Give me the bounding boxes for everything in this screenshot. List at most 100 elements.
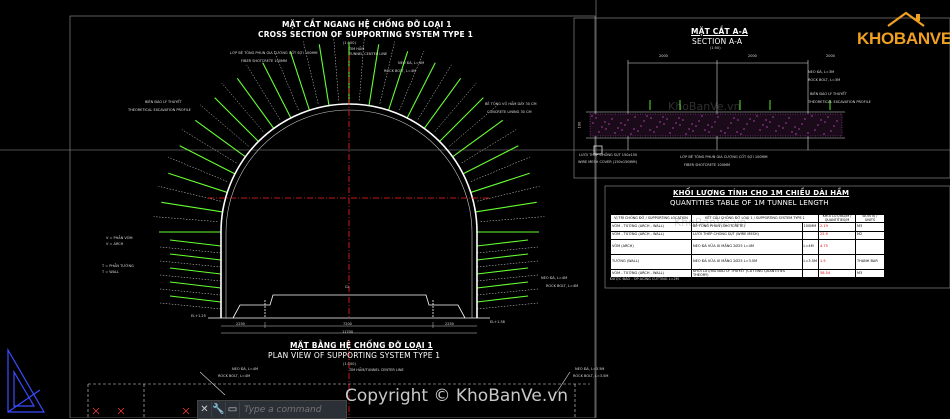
rock-bolt	[214, 97, 259, 142]
excavation-label-en: THEORETICAL EXCAVATION PROFILE	[128, 108, 191, 112]
aggregate-dot	[824, 121, 826, 123]
hatch-line	[434, 82, 477, 132]
aggregate-dot	[640, 125, 642, 127]
aggregate-dot	[598, 131, 600, 133]
aggregate-dot	[730, 122, 732, 124]
aggregate-dot	[679, 124, 681, 126]
excavation-label-vn: BIÊN ĐÀO LÝ THUYẾT	[145, 100, 182, 104]
aggregate-dot	[704, 129, 706, 131]
aggregate-dot	[711, 126, 713, 128]
cell-quantity: 4.75	[818, 238, 856, 255]
section-aa-dim-1: 2000	[659, 54, 668, 58]
aggregate-dot	[611, 118, 613, 120]
rock-bolt	[476, 281, 529, 289]
command-icon[interactable]: ▭	[226, 402, 240, 417]
hatch-line	[477, 186, 540, 202]
rock-bolt	[194, 119, 246, 158]
section-aa-dim-3: 2000	[826, 54, 835, 58]
quantities-title-en: QUANTITIES TABLE OF 1M TUNNEL LENGTH	[670, 199, 829, 207]
aggregate-dot	[814, 129, 816, 131]
rockbolt2-label-en: ROCK BOLT, L=4M	[546, 284, 579, 288]
aggregate-dot	[823, 133, 825, 135]
aggregate-dot	[617, 127, 619, 129]
aggregate-dot	[659, 121, 661, 123]
legend-wall-en: T = WALL	[102, 270, 119, 274]
watermark-top: KhoBanVe.vn	[668, 100, 741, 113]
aggregate-dot	[775, 130, 777, 132]
aggregate-dot	[830, 130, 832, 132]
aggregate-dot	[595, 117, 597, 119]
aggregate-dot	[785, 122, 787, 124]
aggregate-dot	[762, 124, 764, 126]
aggregate-dot	[727, 127, 729, 129]
khobanve-logo: KHOBANVE	[848, 8, 950, 58]
aggregate-dot	[678, 117, 680, 119]
aggregate-dot	[624, 124, 626, 126]
plan-view-right-vn: NEO ĐÁ, L=3.5M	[575, 367, 605, 371]
cell-item: KHỐI LƯỢNG ĐÀO LÝ THUYẾT (CUTTING QUANTI…	[691, 268, 803, 279]
aggregate-dot	[669, 132, 671, 134]
copyright-watermark: Copyright © KhoBanVe.vn	[345, 386, 569, 406]
col-header-units: ĐƠN VỊ / UNITS	[855, 213, 885, 224]
aggregate-dot	[827, 116, 829, 118]
section-aa-title-vn: MẶT CẮT A-A	[691, 27, 748, 36]
hatch-line	[246, 64, 281, 120]
aggregate-dot	[691, 123, 693, 125]
cad-drawing-canvas[interactable]	[0, 0, 950, 418]
aggregate-dot	[772, 116, 774, 118]
hatch-line	[159, 274, 222, 282]
aggregate-dot	[769, 121, 771, 123]
aggregate-dot	[688, 128, 690, 130]
close-icon[interactable]: ✕	[198, 402, 212, 417]
rock-bolt	[169, 295, 222, 303]
rock-bolt	[470, 172, 530, 193]
rock-bolt	[169, 281, 222, 289]
cell-unit	[855, 238, 885, 255]
cross-section-scale: (1:100)	[343, 41, 356, 45]
rock-bolt	[476, 253, 529, 261]
wrench-icon[interactable]: 🔧	[212, 402, 226, 417]
cell-spec: L=4M	[801, 238, 820, 255]
rock-bolt	[452, 119, 504, 158]
hatch-line	[399, 50, 425, 111]
aggregate-dot	[766, 126, 768, 128]
hatch-line	[333, 36, 339, 101]
plan-view-title-vn: MẶT BẰNG HỆ CHỐNG ĐỠ LOẠI 1	[290, 341, 433, 350]
elevation-right: EL+1.38	[490, 320, 505, 324]
rock-bolt	[168, 172, 228, 193]
aggregate-dot	[605, 128, 607, 130]
hatch-line	[461, 129, 517, 164]
cell-quantity: 25.9	[818, 230, 856, 240]
aggregate-dot	[724, 132, 726, 134]
hatch-line	[159, 260, 222, 268]
cross-section-title-vn: MẶT CẮT NGANG HỆ CHỐNG ĐỠ LOẠI 1	[282, 20, 452, 29]
dim-right: 2250	[445, 322, 454, 326]
aggregate-dot	[798, 128, 800, 130]
aggregate-dot	[666, 118, 668, 120]
dim-center: 7200	[343, 322, 352, 326]
rock-bolt	[236, 77, 275, 129]
command-input[interactable]	[240, 403, 346, 416]
cell-item: NEO ĐÁ VỮA XI MĂNG 2Ø25 L=4M	[691, 238, 803, 255]
aggregate-dot	[782, 127, 784, 129]
rock-bolt	[169, 267, 222, 275]
aggregate-dot	[759, 129, 761, 131]
aggregate-dot	[791, 131, 793, 133]
rock-bolt	[476, 239, 529, 247]
aggregate-dot	[833, 125, 835, 127]
aggregate-dot	[714, 121, 716, 123]
rock-bolt	[476, 267, 529, 275]
aggregate-dot	[672, 127, 674, 129]
table-row: VÒM (ARCH) NEO ĐÁ VỮA XI MĂNG 2Ø25 L=4M …	[610, 238, 885, 255]
aggregate-dot	[740, 133, 742, 135]
rockbolt-label-en: ROCK BOLT, L=4M	[384, 69, 417, 73]
cell-spec: L=3.5M	[801, 253, 820, 270]
cell-unit: THANH BAR	[855, 253, 885, 270]
cell-unit: M2	[855, 230, 885, 240]
section-aa-shotcrete-en: FIBER SHOTCRETE 100MM	[684, 163, 731, 167]
aggregate-dot	[801, 123, 803, 125]
hatch-line	[476, 302, 539, 310]
aggregate-dot	[708, 131, 710, 133]
quantities-title-vn: KHỐI LƯỢNG TÍNH CHO 1M CHIỀU DÀI HẦM	[673, 189, 850, 197]
hatch-line	[158, 186, 221, 202]
